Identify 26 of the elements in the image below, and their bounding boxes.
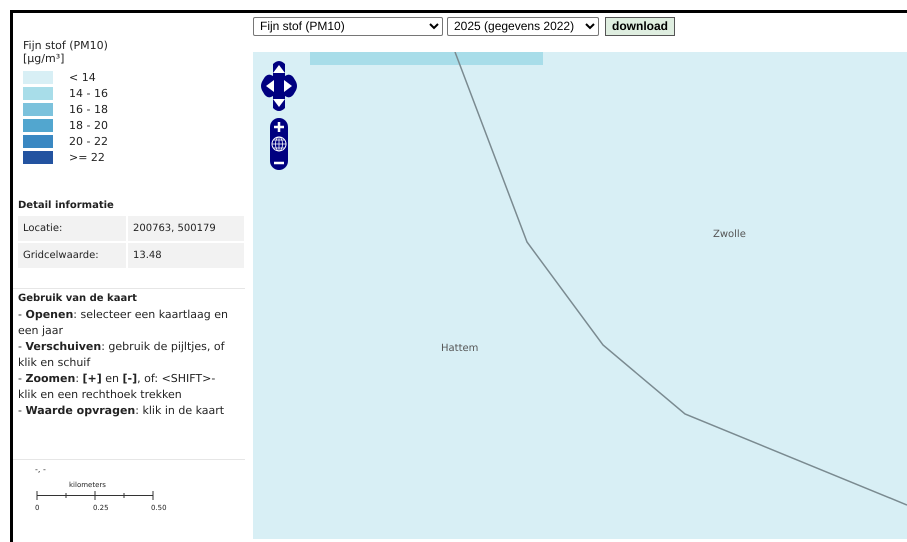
pan-arrows-icon[interactable]: [261, 60, 297, 112]
map-area[interactable]: Zwolle Hattem: [253, 52, 907, 539]
legend-label: < 14: [69, 71, 96, 84]
legend-label: 18 - 20: [69, 119, 108, 132]
detail-label: Gridcelwaarde:: [18, 243, 126, 268]
usage-instruction: - Zoomen: [+] en [-], of: <SHIFT>-klik en een rechthoek trekken: [18, 371, 216, 403]
usage-instruction: - Openen: selecteer een kaartlaag en een jaar: [18, 307, 229, 339]
legend-label: 20 - 22: [69, 135, 108, 148]
place-label: Hattem: [441, 342, 478, 356]
year-select[interactable]: 2025 (gegevens 2022): [447, 16, 599, 36]
coordinates-text: -, -: [35, 464, 47, 476]
legend-label: >= 22: [69, 151, 105, 164]
detail-value: 200763, 500179: [128, 216, 244, 241]
layer-select[interactable]: Fijn stof (PM10): [253, 16, 443, 36]
legend-label: 14 - 16: [69, 87, 108, 100]
usage-instruction: - Waarde opvragen: klik in de kaart: [18, 403, 226, 419]
legend-unit: [µg/m³]: [23, 52, 66, 65]
legend-label: 16 - 18: [69, 103, 108, 116]
legend-title: Fijn stof (PM10): [23, 39, 109, 52]
usage-title: Gebruik van de kaart: [18, 292, 138, 306]
detail-title: Detail informatie: [18, 199, 115, 213]
zoom-bar-icon[interactable]: [270, 118, 288, 170]
detail-label: Locatie:: [18, 216, 126, 241]
download-button[interactable]: download: [605, 16, 675, 36]
detail-value: 13.48: [128, 243, 244, 268]
place-label: Zwolle: [713, 228, 746, 242]
